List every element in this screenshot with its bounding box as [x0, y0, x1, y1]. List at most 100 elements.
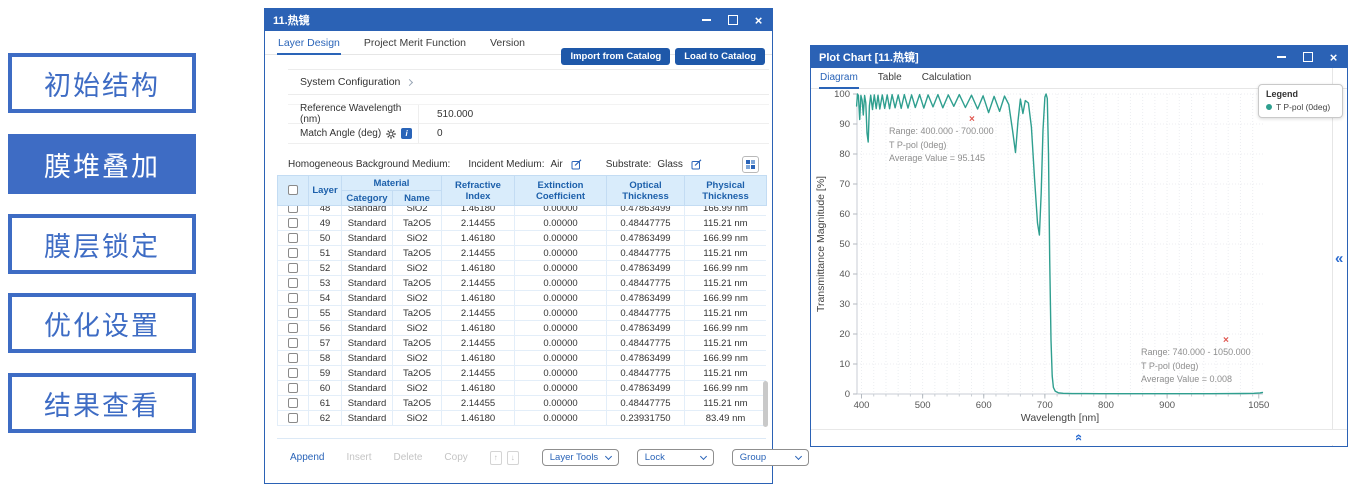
group-dropdown[interactable]: Group — [732, 449, 809, 466]
table-cell[interactable]: 166.99 nm — [685, 381, 767, 396]
table-cell[interactable]: 2.14455 — [442, 276, 515, 291]
table-cell[interactable]: 0.00000 — [515, 206, 607, 216]
table-row[interactable]: 54StandardSiO21.461800.000000.4786349916… — [278, 291, 767, 306]
table-cell[interactable]: 115.21 nm — [685, 306, 767, 321]
table-cell[interactable]: 0.00000 — [515, 246, 607, 261]
table-cell[interactable]: 0.00000 — [515, 306, 607, 321]
plot-tab-calculation[interactable]: Calculation — [921, 68, 972, 88]
table-row[interactable]: 55StandardTa2O52.144550.000000.484477751… — [278, 306, 767, 321]
table-cell[interactable]: 0.47863499 — [607, 231, 685, 246]
row-checkbox-cell[interactable] — [278, 381, 309, 396]
table-cell[interactable]: Ta2O5 — [393, 276, 442, 291]
row-checkbox-cell[interactable] — [278, 261, 309, 276]
table-cell[interactable]: SiO2 — [393, 206, 442, 216]
table-cell[interactable]: Ta2O5 — [393, 396, 442, 411]
table-cell[interactable]: 0.47863499 — [607, 381, 685, 396]
table-cell[interactable]: 1.46180 — [442, 231, 515, 246]
table-cell[interactable]: 115.21 nm — [685, 216, 767, 231]
table-cell[interactable]: 0.00000 — [515, 381, 607, 396]
table-cell[interactable]: 0.00000 — [515, 216, 607, 231]
table-cell[interactable]: 1.46180 — [442, 206, 515, 216]
table-cell[interactable]: 115.21 nm — [685, 276, 767, 291]
table-cell[interactable]: 54 — [309, 291, 342, 306]
match-angle-input[interactable]: 0 — [418, 124, 769, 143]
row-checkbox-cell[interactable] — [278, 231, 309, 246]
annotation-close-icon[interactable]: × — [969, 114, 975, 125]
table-cell[interactable]: 0.47863499 — [607, 321, 685, 336]
table-cell[interactable]: 0.00000 — [515, 396, 607, 411]
table-cell[interactable]: 115.21 nm — [685, 336, 767, 351]
table-row[interactable]: 58StandardSiO21.461800.000000.4786349916… — [278, 351, 767, 366]
table-cell[interactable]: 166.99 nm — [685, 261, 767, 276]
table-cell[interactable]: 2.14455 — [442, 336, 515, 351]
table-cell[interactable]: 0.23931750 — [607, 411, 685, 426]
minimize-icon[interactable] — [701, 15, 712, 26]
row-checkbox-cell[interactable] — [278, 246, 309, 261]
table-cell[interactable]: 52 — [309, 261, 342, 276]
row-checkbox-cell[interactable] — [278, 336, 309, 351]
table-cell[interactable]: 0.00000 — [515, 336, 607, 351]
table-cell[interactable]: 2.14455 — [442, 396, 515, 411]
table-cell[interactable]: 62 — [309, 411, 342, 426]
table-cell[interactable]: SiO2 — [393, 291, 442, 306]
table-cell[interactable]: Standard — [342, 396, 393, 411]
table-cell[interactable]: 0.47863499 — [607, 291, 685, 306]
table-row[interactable]: 51StandardTa2O52.144550.000000.484477751… — [278, 246, 767, 261]
table-cell[interactable]: Standard — [342, 411, 393, 426]
table-row[interactable]: 57StandardTa2O52.144550.000000.484477751… — [278, 336, 767, 351]
row-checkbox-cell[interactable] — [278, 396, 309, 411]
table-cell[interactable]: 55 — [309, 306, 342, 321]
table-cell[interactable]: 0.48447775 — [607, 396, 685, 411]
table-cell[interactable]: 2.14455 — [442, 246, 515, 261]
row-checkbox[interactable] — [288, 278, 298, 288]
table-cell[interactable]: 0.48447775 — [607, 336, 685, 351]
table-cell[interactable]: Standard — [342, 366, 393, 381]
table-row[interactable]: 60StandardSiO21.461800.000000.4786349916… — [278, 381, 767, 396]
table-cell[interactable]: 0.48447775 — [607, 216, 685, 231]
row-checkbox[interactable] — [288, 293, 298, 303]
table-cell[interactable]: SiO2 — [393, 351, 442, 366]
row-checkbox-cell[interactable] — [278, 216, 309, 231]
system-configuration-header[interactable]: System Configuration — [288, 69, 769, 95]
table-cell[interactable]: 166.99 nm — [685, 321, 767, 336]
row-checkbox-cell[interactable] — [278, 206, 309, 216]
table-cell[interactable]: SiO2 — [393, 231, 442, 246]
table-cell[interactable]: Ta2O5 — [393, 336, 442, 351]
gear-icon[interactable] — [386, 129, 396, 139]
row-checkbox[interactable] — [288, 368, 298, 378]
table-row[interactable]: 61StandardTa2O52.144550.000000.484477751… — [278, 396, 767, 411]
row-checkbox[interactable] — [288, 233, 298, 243]
row-checkbox-cell[interactable] — [278, 351, 309, 366]
table-cell[interactable]: 50 — [309, 231, 342, 246]
table-cell[interactable]: Standard — [342, 276, 393, 291]
table-row[interactable]: 53StandardTa2O52.144550.000000.484477751… — [278, 276, 767, 291]
table-cell[interactable]: 1.46180 — [442, 411, 515, 426]
table-cell[interactable]: 166.99 nm — [685, 291, 767, 306]
nav-button-1[interactable]: 初始结构 — [8, 53, 196, 113]
close-icon[interactable]: × — [1328, 52, 1339, 63]
row-checkbox[interactable] — [288, 338, 298, 348]
table-cell[interactable]: 115.21 nm — [685, 246, 767, 261]
table-cell[interactable]: 58 — [309, 351, 342, 366]
expand-panel-icon[interactable]: « — [1335, 250, 1343, 267]
table-cell[interactable]: Standard — [342, 206, 393, 216]
edit-substrate-icon[interactable] — [691, 159, 702, 170]
row-checkbox[interactable] — [288, 218, 298, 228]
reference-wavelength-input[interactable]: 510.000 — [418, 105, 769, 123]
table-cell[interactable]: 0.00000 — [515, 321, 607, 336]
table-cell[interactable]: 0.48447775 — [607, 246, 685, 261]
table-cell[interactable]: Standard — [342, 306, 393, 321]
row-checkbox[interactable] — [288, 383, 298, 393]
annotation-close-icon[interactable]: × — [1223, 335, 1229, 346]
table-cell[interactable]: 57 — [309, 336, 342, 351]
row-checkbox[interactable] — [288, 263, 298, 273]
table-cell[interactable]: Ta2O5 — [393, 246, 442, 261]
table-cell[interactable]: 1.46180 — [442, 291, 515, 306]
row-checkbox[interactable] — [288, 206, 298, 213]
table-cell[interactable]: Standard — [342, 321, 393, 336]
table-cell[interactable]: 0.00000 — [515, 261, 607, 276]
tab-layer-design[interactable]: Layer Design — [277, 31, 341, 54]
row-checkbox[interactable] — [288, 308, 298, 318]
table-cell[interactable]: 1.46180 — [442, 321, 515, 336]
row-checkbox-cell[interactable] — [278, 291, 309, 306]
